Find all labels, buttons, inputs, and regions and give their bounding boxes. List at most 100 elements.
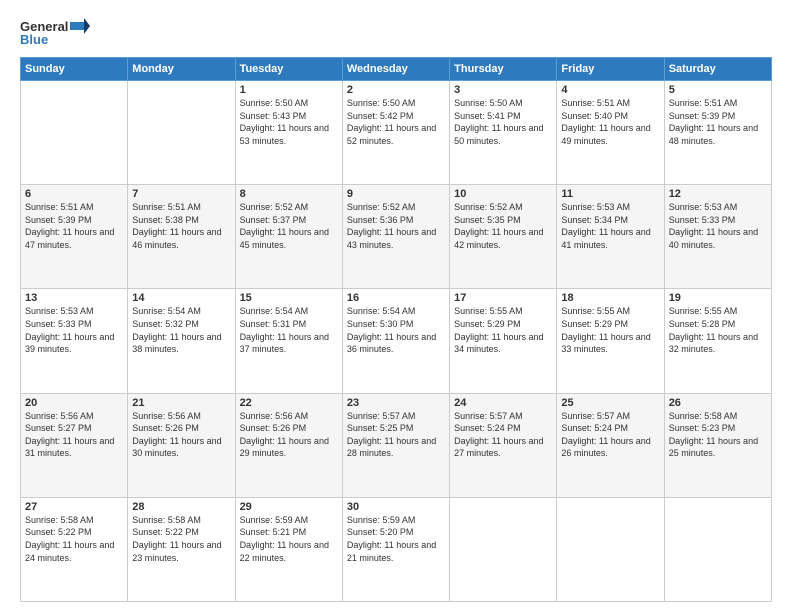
day-detail: Sunrise: 5:50 AMSunset: 5:42 PMDaylight:… [347,97,445,147]
day-detail: Sunrise: 5:50 AMSunset: 5:43 PMDaylight:… [240,97,338,147]
day-detail: Sunrise: 5:58 AMSunset: 5:22 PMDaylight:… [25,514,123,564]
day-cell: 21Sunrise: 5:56 AMSunset: 5:26 PMDayligh… [128,393,235,497]
day-number: 3 [454,84,552,96]
day-cell: 28Sunrise: 5:58 AMSunset: 5:22 PMDayligh… [128,497,235,601]
day-number: 11 [561,188,659,200]
day-detail: Sunrise: 5:51 AMSunset: 5:39 PMDaylight:… [25,201,123,251]
day-number: 13 [25,292,123,304]
day-number: 16 [347,292,445,304]
day-number: 19 [669,292,767,304]
day-number: 12 [669,188,767,200]
day-cell: 24Sunrise: 5:57 AMSunset: 5:24 PMDayligh… [450,393,557,497]
day-detail: Sunrise: 5:51 AMSunset: 5:40 PMDaylight:… [561,97,659,147]
day-cell: 15Sunrise: 5:54 AMSunset: 5:31 PMDayligh… [235,289,342,393]
week-row-4: 20Sunrise: 5:56 AMSunset: 5:27 PMDayligh… [21,393,772,497]
day-number: 1 [240,84,338,96]
day-detail: Sunrise: 5:52 AMSunset: 5:35 PMDaylight:… [454,201,552,251]
day-cell: 20Sunrise: 5:56 AMSunset: 5:27 PMDayligh… [21,393,128,497]
day-detail: Sunrise: 5:59 AMSunset: 5:20 PMDaylight:… [347,514,445,564]
weekday-header-thursday: Thursday [450,58,557,81]
day-detail: Sunrise: 5:58 AMSunset: 5:23 PMDaylight:… [669,410,767,460]
day-cell [128,81,235,185]
day-cell: 26Sunrise: 5:58 AMSunset: 5:23 PMDayligh… [664,393,771,497]
calendar: SundayMondayTuesdayWednesdayThursdayFrid… [20,57,772,602]
day-detail: Sunrise: 5:55 AMSunset: 5:29 PMDaylight:… [454,305,552,355]
weekday-header-row: SundayMondayTuesdayWednesdayThursdayFrid… [21,58,772,81]
day-number: 20 [25,397,123,409]
day-cell: 29Sunrise: 5:59 AMSunset: 5:21 PMDayligh… [235,497,342,601]
day-number: 6 [25,188,123,200]
day-cell: 25Sunrise: 5:57 AMSunset: 5:24 PMDayligh… [557,393,664,497]
day-cell: 12Sunrise: 5:53 AMSunset: 5:33 PMDayligh… [664,185,771,289]
day-cell: 9Sunrise: 5:52 AMSunset: 5:36 PMDaylight… [342,185,449,289]
day-detail: Sunrise: 5:58 AMSunset: 5:22 PMDaylight:… [132,514,230,564]
day-cell: 27Sunrise: 5:58 AMSunset: 5:22 PMDayligh… [21,497,128,601]
day-cell: 17Sunrise: 5:55 AMSunset: 5:29 PMDayligh… [450,289,557,393]
day-cell: 6Sunrise: 5:51 AMSunset: 5:39 PMDaylight… [21,185,128,289]
day-detail: Sunrise: 5:54 AMSunset: 5:32 PMDaylight:… [132,305,230,355]
day-number: 23 [347,397,445,409]
day-number: 29 [240,501,338,513]
week-row-2: 6Sunrise: 5:51 AMSunset: 5:39 PMDaylight… [21,185,772,289]
day-detail: Sunrise: 5:59 AMSunset: 5:21 PMDaylight:… [240,514,338,564]
day-detail: Sunrise: 5:51 AMSunset: 5:39 PMDaylight:… [669,97,767,147]
day-number: 5 [669,84,767,96]
day-number: 25 [561,397,659,409]
week-row-3: 13Sunrise: 5:53 AMSunset: 5:33 PMDayligh… [21,289,772,393]
day-number: 22 [240,397,338,409]
day-number: 9 [347,188,445,200]
day-cell: 10Sunrise: 5:52 AMSunset: 5:35 PMDayligh… [450,185,557,289]
day-cell: 4Sunrise: 5:51 AMSunset: 5:40 PMDaylight… [557,81,664,185]
weekday-header-tuesday: Tuesday [235,58,342,81]
day-number: 18 [561,292,659,304]
day-number: 27 [25,501,123,513]
day-number: 21 [132,397,230,409]
day-cell [664,497,771,601]
day-number: 17 [454,292,552,304]
day-cell [21,81,128,185]
day-cell: 8Sunrise: 5:52 AMSunset: 5:37 PMDaylight… [235,185,342,289]
day-detail: Sunrise: 5:57 AMSunset: 5:25 PMDaylight:… [347,410,445,460]
day-number: 24 [454,397,552,409]
day-cell: 2Sunrise: 5:50 AMSunset: 5:42 PMDaylight… [342,81,449,185]
day-cell [450,497,557,601]
day-number: 4 [561,84,659,96]
day-cell: 30Sunrise: 5:59 AMSunset: 5:20 PMDayligh… [342,497,449,601]
day-detail: Sunrise: 5:54 AMSunset: 5:30 PMDaylight:… [347,305,445,355]
weekday-header-wednesday: Wednesday [342,58,449,81]
day-number: 14 [132,292,230,304]
weekday-header-saturday: Saturday [664,58,771,81]
weekday-header-sunday: Sunday [21,58,128,81]
day-detail: Sunrise: 5:54 AMSunset: 5:31 PMDaylight:… [240,305,338,355]
day-number: 2 [347,84,445,96]
day-number: 28 [132,501,230,513]
day-detail: Sunrise: 5:56 AMSunset: 5:26 PMDaylight:… [132,410,230,460]
day-cell: 22Sunrise: 5:56 AMSunset: 5:26 PMDayligh… [235,393,342,497]
day-cell: 3Sunrise: 5:50 AMSunset: 5:41 PMDaylight… [450,81,557,185]
day-detail: Sunrise: 5:50 AMSunset: 5:41 PMDaylight:… [454,97,552,147]
week-row-1: 1Sunrise: 5:50 AMSunset: 5:43 PMDaylight… [21,81,772,185]
day-number: 10 [454,188,552,200]
day-detail: Sunrise: 5:55 AMSunset: 5:29 PMDaylight:… [561,305,659,355]
day-cell: 19Sunrise: 5:55 AMSunset: 5:28 PMDayligh… [664,289,771,393]
day-cell: 14Sunrise: 5:54 AMSunset: 5:32 PMDayligh… [128,289,235,393]
logo-arrow-icon [70,18,90,34]
header: General Blue [20,18,772,47]
day-detail: Sunrise: 5:53 AMSunset: 5:33 PMDaylight:… [669,201,767,251]
day-cell [557,497,664,601]
day-number: 7 [132,188,230,200]
day-detail: Sunrise: 5:53 AMSunset: 5:33 PMDaylight:… [25,305,123,355]
day-cell: 7Sunrise: 5:51 AMSunset: 5:38 PMDaylight… [128,185,235,289]
day-number: 15 [240,292,338,304]
day-cell: 13Sunrise: 5:53 AMSunset: 5:33 PMDayligh… [21,289,128,393]
day-detail: Sunrise: 5:56 AMSunset: 5:27 PMDaylight:… [25,410,123,460]
day-detail: Sunrise: 5:57 AMSunset: 5:24 PMDaylight:… [454,410,552,460]
page: General Blue SundayMondayTuesdayWednesda… [0,0,792,612]
day-detail: Sunrise: 5:53 AMSunset: 5:34 PMDaylight:… [561,201,659,251]
logo-blue: Blue [20,32,48,47]
weekday-header-monday: Monday [128,58,235,81]
day-number: 26 [669,397,767,409]
day-detail: Sunrise: 5:52 AMSunset: 5:36 PMDaylight:… [347,201,445,251]
day-number: 8 [240,188,338,200]
day-cell: 18Sunrise: 5:55 AMSunset: 5:29 PMDayligh… [557,289,664,393]
